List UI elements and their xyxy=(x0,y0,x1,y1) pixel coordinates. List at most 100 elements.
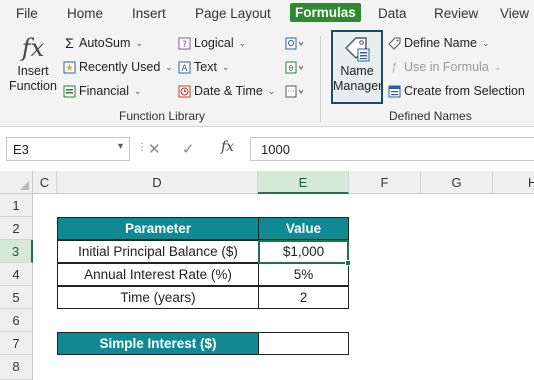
date-time-button[interactable]: Date & Time ⌄ xyxy=(178,84,275,98)
clock-book-icon xyxy=(178,85,191,98)
table-header-parameter[interactable]: Parameter xyxy=(57,217,259,240)
star-book-icon xyxy=(63,61,76,74)
theta-book-icon: θ xyxy=(285,61,304,74)
insert-function-label-2: Function xyxy=(9,79,57,93)
column-header-f[interactable]: F xyxy=(349,171,421,194)
column-header-h[interactable]: H xyxy=(493,171,534,194)
column-header-c[interactable]: C xyxy=(33,171,57,194)
column-header-d[interactable]: D xyxy=(57,171,258,194)
sigma-icon: Σ xyxy=(65,35,74,51)
svg-text:···: ··· xyxy=(287,87,295,96)
result-label-cell[interactable]: Simple Interest ($) xyxy=(57,332,259,355)
row-header-2[interactable]: 2 xyxy=(0,217,33,240)
define-name-button[interactable]: Define Name ⌄ xyxy=(388,36,490,50)
ribbon-tab-bar: File Home Insert Page Layout Formulas Da… xyxy=(0,0,534,30)
logical-button[interactable]: ? Logical ⌄ xyxy=(178,36,246,50)
autosum-label: AutoSum xyxy=(79,36,131,50)
recently-used-button[interactable]: Recently Used ⌄ xyxy=(63,60,173,74)
row-header-8[interactable]: 8 xyxy=(0,355,33,380)
table-header-value[interactable]: Value xyxy=(258,217,349,240)
tab-insert[interactable]: Insert xyxy=(132,6,166,21)
use-in-formula-label: Use in Formula xyxy=(404,60,489,74)
tab-page-layout[interactable]: Page Layout xyxy=(195,6,271,21)
insert-function-icon[interactable]: fx xyxy=(221,139,234,155)
autosum-button[interactable]: Σ AutoSum ⌄ xyxy=(63,36,143,50)
insert-function-label-1: Insert xyxy=(17,64,49,78)
lookup-reference-button[interactable] xyxy=(283,34,307,54)
create-from-selection-icon xyxy=(388,85,401,98)
column-header-g[interactable]: G xyxy=(421,171,493,194)
cancel-icon[interactable]: ✕ xyxy=(148,140,161,158)
chevron-down-icon: ⌄ xyxy=(493,61,502,72)
name-manager-label-1: Name xyxy=(340,64,374,78)
group-divider xyxy=(320,36,321,122)
chevron-down-icon: ⌄ xyxy=(165,61,173,72)
recently-used-label: Recently Used xyxy=(79,60,161,74)
row-header-6[interactable]: 6 xyxy=(0,309,33,332)
fill-handle[interactable] xyxy=(345,260,351,266)
row-header-7[interactable]: 7 xyxy=(0,332,33,355)
logical-book-icon: ? xyxy=(178,37,191,50)
row-header-1[interactable]: 1 xyxy=(0,194,33,217)
table-cell-label[interactable]: Time (years) xyxy=(57,286,259,309)
logical-label: Logical xyxy=(194,36,234,50)
chevron-down-icon: ⌄ xyxy=(267,85,276,96)
tab-view[interactable]: View xyxy=(500,6,529,21)
chevron-down-icon: ⌄ xyxy=(481,37,490,48)
tab-formulas[interactable]: Formulas xyxy=(290,3,361,22)
table-cell-label[interactable]: Initial Principal Balance ($) xyxy=(57,240,259,263)
more-functions-button[interactable]: ··· xyxy=(283,82,307,102)
insert-function-button[interactable]: fx Insert Function xyxy=(8,32,58,94)
create-from-selection-label: Create from Selection xyxy=(404,84,525,98)
tab-home[interactable]: Home xyxy=(67,6,103,21)
row-header-4[interactable]: 4 xyxy=(0,263,33,286)
select-all-button[interactable] xyxy=(0,171,33,194)
ribbon: fx Insert Function Σ AutoSum ⌄ Recently … xyxy=(0,30,534,127)
formula-input[interactable]: 1000 xyxy=(250,137,534,161)
define-name-label: Define Name xyxy=(404,36,477,50)
column-header-e[interactable]: E xyxy=(258,171,349,194)
row-header-5[interactable]: 5 xyxy=(0,286,33,309)
result-value-cell[interactable] xyxy=(258,332,349,355)
svg-text:A: A xyxy=(181,64,188,74)
tab-file[interactable]: File xyxy=(16,6,38,21)
chevron-down-icon[interactable]: ▾ xyxy=(118,141,123,152)
formula-value: 1000 xyxy=(261,142,290,157)
table-cell-label[interactable]: Annual Interest Rate (%) xyxy=(57,263,259,286)
chevron-down-icon: ⌄ xyxy=(134,85,142,96)
financial-label: Financial xyxy=(79,84,130,98)
text-book-icon: A xyxy=(178,61,191,74)
use-in-formula-icon: ƒ xyxy=(391,60,398,73)
function-library-group-label: Function Library xyxy=(119,109,206,123)
date-time-label: Date & Time xyxy=(194,84,263,98)
chevron-down-icon: ⌄ xyxy=(238,37,247,48)
table-cell-value[interactable]: $1,000 xyxy=(258,240,349,263)
create-from-selection-button[interactable]: Create from Selection xyxy=(388,84,525,98)
use-in-formula-button[interactable]: ƒ Use in Formula ⌄ xyxy=(388,60,501,74)
math-trig-button[interactable]: θ xyxy=(283,58,307,78)
name-box-value: E3 xyxy=(13,142,29,157)
text-label: Text xyxy=(194,60,217,74)
chevron-down-icon: ⌄ xyxy=(135,37,143,48)
row-header-3[interactable]: 3 xyxy=(0,240,33,263)
magnifier-book-icon xyxy=(285,37,304,50)
name-manager-label-2: Manager xyxy=(333,79,383,93)
name-tag-icon xyxy=(342,34,372,64)
text-button[interactable]: A Text ⌄ xyxy=(178,60,229,74)
function-icon: fx xyxy=(21,34,45,62)
svg-text:?: ? xyxy=(182,40,187,50)
more-functions-icon: ··· xyxy=(285,85,304,98)
confirm-icon[interactable]: ✓ xyxy=(182,140,195,158)
financial-book-icon xyxy=(63,85,76,98)
svg-text:θ: θ xyxy=(289,64,294,73)
name-manager-button[interactable]: Name Manager xyxy=(331,30,383,104)
tag-icon xyxy=(388,37,401,50)
table-cell-value[interactable]: 5% xyxy=(258,263,349,286)
tab-data[interactable]: Data xyxy=(378,6,407,21)
chevron-down-icon: ⌄ xyxy=(221,61,230,72)
table-cell-value[interactable]: 2 xyxy=(258,286,349,309)
financial-button[interactable]: Financial ⌄ xyxy=(63,84,142,98)
resize-handle-icon[interactable]: ⋮ xyxy=(137,142,147,153)
name-box[interactable]: E3 ▾ xyxy=(6,137,130,161)
tab-review[interactable]: Review xyxy=(434,6,478,21)
